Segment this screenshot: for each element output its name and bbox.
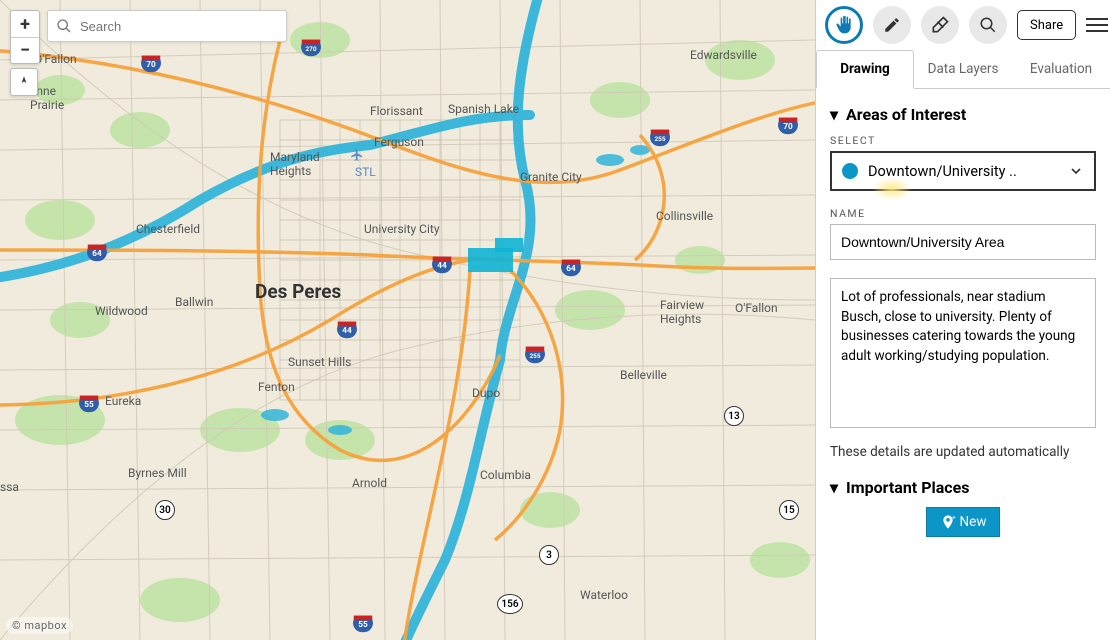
svg-text:44: 44 [342, 326, 352, 336]
search-icon [56, 18, 72, 34]
tab-drawing[interactable]: Drawing [816, 50, 914, 89]
map-attribution: © mapbox [6, 617, 73, 634]
interstate-shield-55: 55 [352, 612, 374, 634]
section-title: Important Places [846, 478, 969, 497]
interstate-shield-64: 64 [560, 256, 582, 278]
section-areas-of-interest[interactable]: ▾ Areas of Interest [830, 105, 1096, 124]
inspect-tool-button[interactable] [969, 6, 1007, 44]
zoom-in-button[interactable]: + [11, 11, 39, 37]
search-box[interactable] [47, 10, 287, 42]
svg-text:44: 44 [437, 261, 447, 271]
compass-icon [17, 75, 31, 89]
section-important-places[interactable]: ▾ Important Places [830, 478, 1096, 497]
svg-text:270: 270 [305, 45, 316, 53]
map-svg [0, 0, 815, 640]
route-marker: 13 [724, 406, 744, 426]
svg-text:64: 64 [92, 249, 102, 259]
svg-text:64: 64 [566, 264, 576, 274]
tabs: Drawing Data Layers Evaluation [816, 50, 1110, 89]
interstate-shield-270: 270 [300, 36, 322, 58]
section-title: Areas of Interest [846, 105, 966, 124]
new-place-label: New [960, 514, 987, 530]
route-marker: 156 [497, 594, 523, 614]
svg-text:70: 70 [783, 122, 793, 132]
interstate-shield-255: 255 [649, 126, 671, 148]
panel-body: ▾ Areas of Interest SELECT Downtown/Univ… [816, 89, 1110, 640]
svg-text:255: 255 [654, 135, 665, 143]
interstate-shield-70: 70 [140, 52, 162, 74]
select-label: SELECT [830, 134, 1096, 147]
menu-button[interactable] [1086, 18, 1108, 32]
collapse-arrow-icon: ▾ [830, 105, 838, 124]
interstate-shield-44: 44 [336, 318, 358, 340]
chevron-down-icon [1068, 163, 1084, 179]
area-color-dot [842, 163, 858, 179]
zoom-controls: + − [10, 10, 40, 64]
airplane-icon [350, 148, 364, 162]
tab-evaluation[interactable]: Evaluation [1012, 50, 1110, 88]
svg-text:+: + [952, 514, 956, 521]
route-marker: 3 [539, 545, 559, 565]
auto-update-note: These details are updated automatically [830, 444, 1096, 460]
zoom-out-button[interactable]: − [11, 37, 39, 63]
selected-area-overlay-2 [495, 238, 523, 252]
svg-text:55: 55 [358, 620, 368, 630]
magnifier-icon [979, 16, 997, 34]
hand-icon [834, 15, 854, 35]
interstate-shield-64: 64 [86, 241, 108, 263]
pencil-icon [883, 16, 901, 34]
route-marker: 15 [779, 500, 799, 520]
area-name-input[interactable] [830, 224, 1096, 260]
map-canvas[interactable]: O'Fallon enne Prairie Florissant Spanish… [0, 0, 815, 640]
interstate-shield-44: 44 [431, 253, 453, 275]
svg-text:70: 70 [146, 60, 156, 70]
eraser-icon [930, 15, 950, 35]
draw-tool-button[interactable] [873, 6, 911, 44]
tab-data-layers[interactable]: Data Layers [914, 50, 1012, 88]
highlight-glow [872, 177, 912, 201]
pan-tool-button[interactable] [825, 6, 863, 44]
area-select[interactable]: Downtown/University .. [830, 151, 1096, 191]
interstate-shield-55: 55 [78, 392, 100, 414]
new-place-button[interactable]: + New [926, 507, 1000, 537]
collapse-arrow-icon: ▾ [830, 478, 838, 497]
svg-text:55: 55 [84, 400, 94, 410]
share-button[interactable]: Share [1017, 10, 1076, 40]
right-panel: Drawing Data Layers Evaluation ▾ Areas o… [815, 0, 1110, 640]
top-toolbar: Share [825, 6, 1108, 44]
interstate-shield-255: 255 [524, 343, 546, 365]
area-description-input[interactable] [830, 278, 1096, 428]
name-label: NAME [830, 207, 1096, 220]
erase-tool-button[interactable] [921, 6, 959, 44]
route-marker: 30 [155, 500, 175, 520]
interstate-shield-70: 70 [777, 114, 799, 136]
search-input[interactable] [80, 19, 278, 34]
area-select-value: Downtown/University .. [868, 163, 1017, 180]
compass-button[interactable] [10, 68, 38, 96]
svg-text:255: 255 [529, 352, 540, 360]
pin-plus-icon: + [940, 514, 956, 530]
